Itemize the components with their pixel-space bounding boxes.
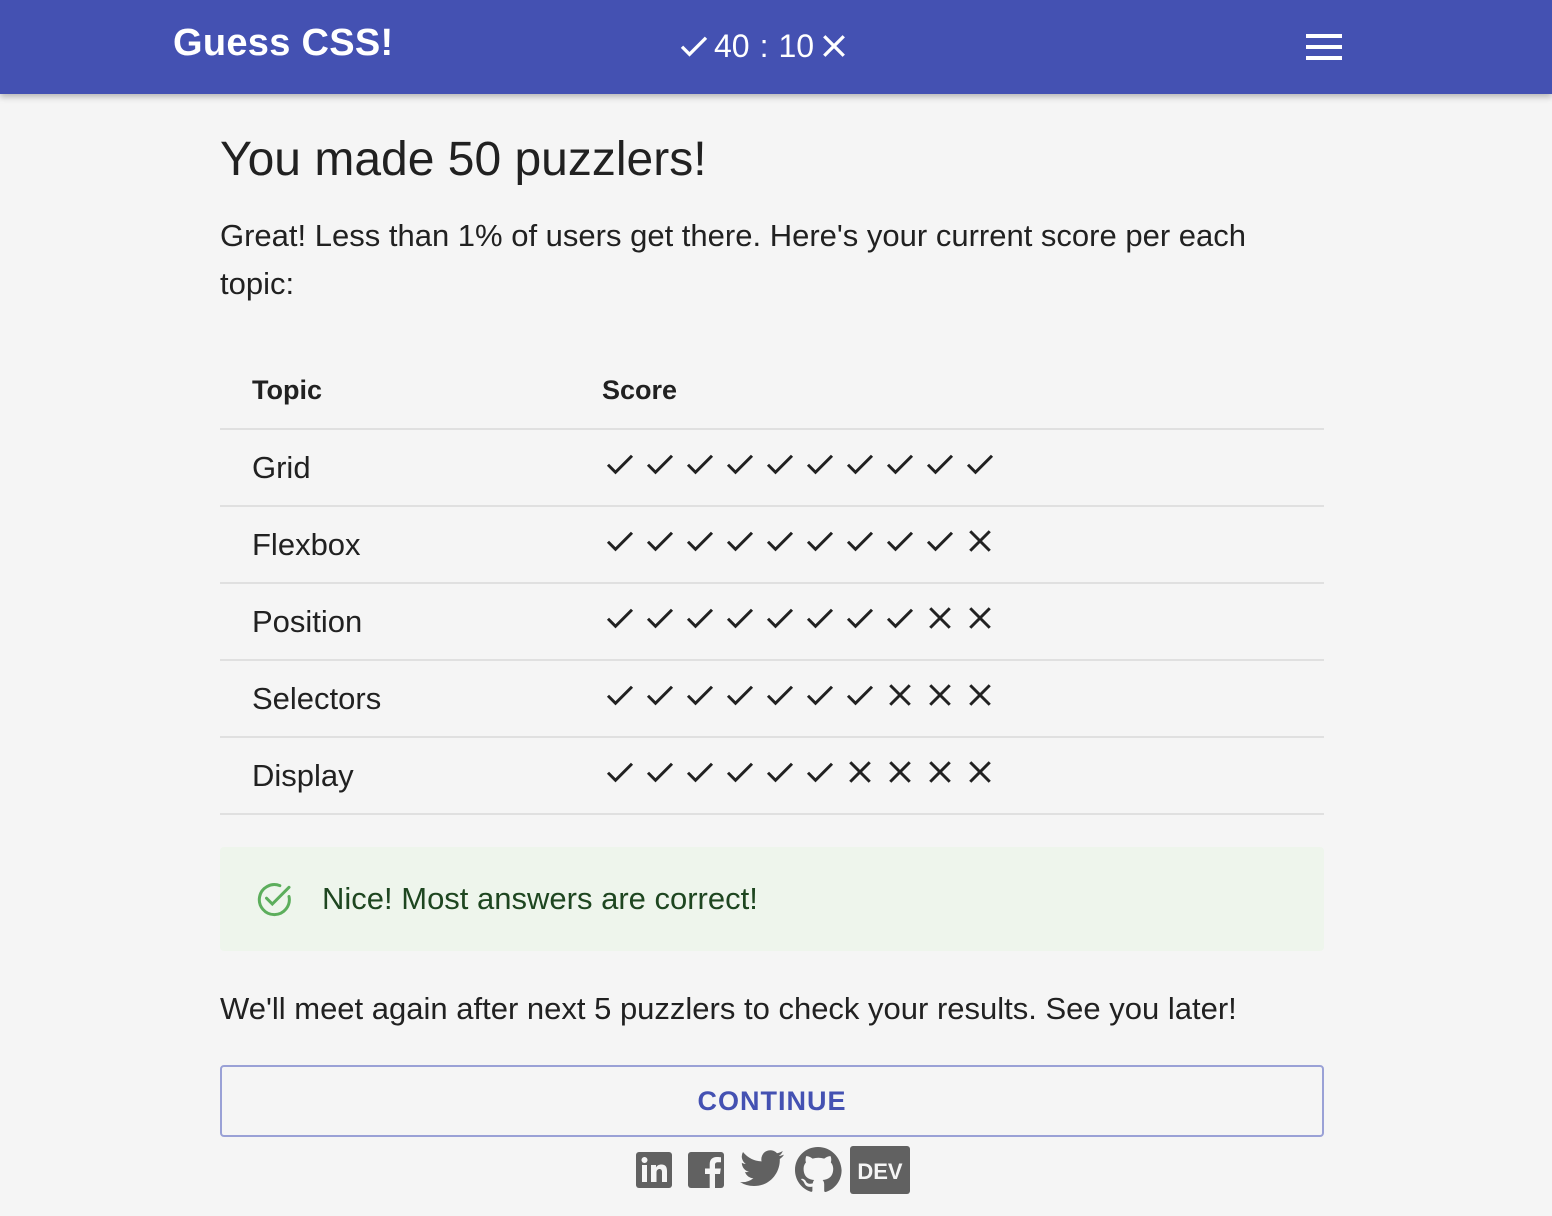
topic-cell: Position bbox=[220, 583, 602, 661]
cross-icon bbox=[849, 760, 871, 783]
score-separator: : bbox=[759, 27, 769, 64]
topic-cell: Display bbox=[220, 737, 602, 815]
check-icon bbox=[726, 531, 754, 551]
check-icon bbox=[646, 762, 674, 782]
twitter-icon[interactable] bbox=[738, 1150, 786, 1190]
check-icon bbox=[686, 531, 714, 551]
check-icon bbox=[726, 685, 754, 705]
table-row: Display bbox=[220, 737, 1324, 815]
check-icon bbox=[846, 685, 874, 705]
score-cell bbox=[602, 506, 1324, 584]
cross-icon bbox=[969, 606, 991, 629]
check-icon bbox=[686, 762, 714, 782]
cross-icon bbox=[889, 683, 911, 706]
results-panel: You made 50 puzzlers! Great! Less than 1… bbox=[220, 94, 1324, 1137]
topic-cell: Flexbox bbox=[220, 506, 602, 584]
check-icon bbox=[646, 608, 674, 628]
check-icon bbox=[806, 762, 834, 782]
app-bar: Guess CSS! 40 : 10 bbox=[0, 0, 1552, 94]
check-icon bbox=[606, 608, 634, 628]
app-title[interactable]: Guess CSS! bbox=[173, 22, 394, 65]
check-icon bbox=[926, 531, 954, 551]
cross-icon bbox=[823, 35, 845, 57]
check-icon bbox=[846, 454, 874, 474]
check-icon bbox=[726, 762, 754, 782]
check-icon bbox=[766, 454, 794, 474]
check-icon bbox=[646, 531, 674, 551]
score-cell bbox=[602, 660, 1324, 738]
continue-button[interactable]: CONTINUE bbox=[220, 1065, 1324, 1137]
check-icon bbox=[806, 608, 834, 628]
check-icon bbox=[886, 608, 914, 628]
next-checkpoint-text: We'll meet again after next 5 puzzlers t… bbox=[220, 991, 1237, 1026]
score-column-header: Score bbox=[602, 352, 1324, 430]
cross-icon bbox=[969, 760, 991, 783]
check-icon bbox=[646, 454, 674, 474]
cross-icon bbox=[929, 683, 951, 706]
table-row: Selectors bbox=[220, 660, 1324, 738]
score-cell bbox=[602, 737, 1324, 815]
cross-icon bbox=[929, 760, 951, 783]
check-icon bbox=[886, 531, 914, 551]
cross-icon bbox=[929, 606, 951, 629]
check-icon bbox=[806, 454, 834, 474]
topic-column-header: Topic bbox=[220, 352, 602, 430]
check-icon bbox=[606, 685, 634, 705]
score-marks bbox=[602, 600, 1324, 636]
check-icon bbox=[606, 454, 634, 474]
check-circle-outline-icon bbox=[257, 883, 291, 917]
check-icon bbox=[766, 531, 794, 551]
check-icon bbox=[966, 454, 994, 474]
check-icon bbox=[766, 762, 794, 782]
table-row: Flexbox bbox=[220, 506, 1324, 584]
cross-icon bbox=[969, 683, 991, 706]
dev-icon[interactable]: DEV bbox=[850, 1146, 910, 1194]
topic-cell: Grid bbox=[220, 429, 602, 507]
wrong-count: 10 bbox=[778, 27, 815, 64]
github-icon[interactable] bbox=[794, 1146, 842, 1194]
check-icon bbox=[846, 531, 874, 551]
check-icon bbox=[766, 608, 794, 628]
check-icon bbox=[606, 531, 634, 551]
score-marks bbox=[602, 446, 1324, 482]
page-title: You made 50 puzzlers! bbox=[220, 133, 707, 186]
correct-count: 40 bbox=[714, 27, 750, 64]
check-icon bbox=[886, 454, 914, 474]
cross-icon bbox=[969, 529, 991, 552]
score-marks bbox=[602, 523, 1324, 559]
social-links: DEV bbox=[634, 1146, 910, 1194]
score-marks bbox=[602, 677, 1324, 713]
intro-text: Great! Less than 1% of users get there. … bbox=[220, 218, 1246, 301]
check-icon bbox=[606, 762, 634, 782]
score-counter: 40 : 10 bbox=[676, 24, 852, 68]
score-cell bbox=[602, 583, 1324, 661]
check-icon bbox=[846, 608, 874, 628]
alert-message: Nice! Most answers are correct! bbox=[322, 881, 758, 916]
check-icon bbox=[686, 608, 714, 628]
table-row: Grid bbox=[220, 429, 1324, 507]
svg-text:DEV: DEV bbox=[857, 1159, 903, 1184]
check-icon bbox=[646, 685, 674, 705]
check-icon bbox=[806, 531, 834, 551]
topic-cell: Selectors bbox=[220, 660, 602, 738]
table-row: Position bbox=[220, 583, 1324, 661]
table-header-row: Topic Score bbox=[220, 352, 1324, 430]
check-icon bbox=[726, 608, 754, 628]
check-icon bbox=[680, 36, 708, 57]
facebook-icon[interactable] bbox=[682, 1150, 730, 1190]
cross-icon bbox=[889, 760, 911, 783]
check-icon bbox=[806, 685, 834, 705]
check-icon bbox=[686, 685, 714, 705]
score-marks bbox=[602, 754, 1324, 790]
check-icon bbox=[686, 454, 714, 474]
hamburger-menu-icon[interactable] bbox=[1302, 30, 1346, 64]
success-alert: Nice! Most answers are correct! bbox=[220, 847, 1324, 951]
linkedin-icon[interactable] bbox=[634, 1150, 674, 1190]
check-icon bbox=[926, 454, 954, 474]
score-cell bbox=[602, 429, 1324, 507]
check-icon bbox=[766, 685, 794, 705]
score-table: Topic Score Grid Flexbox Position Selectors… bbox=[220, 352, 1324, 815]
check-icon bbox=[726, 454, 754, 474]
